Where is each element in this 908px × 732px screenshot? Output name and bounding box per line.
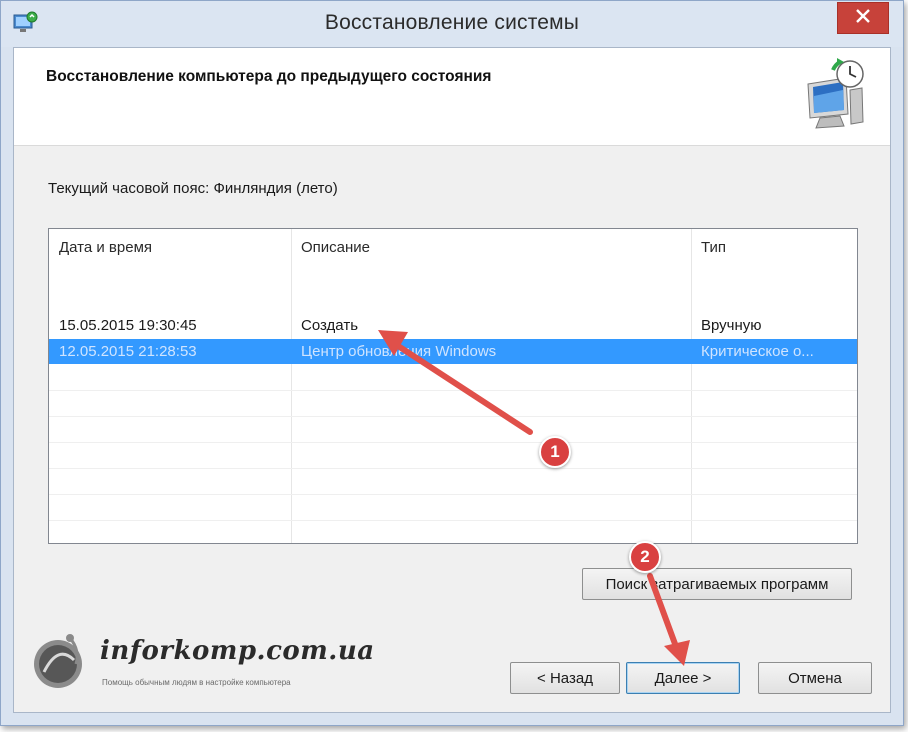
back-button[interactable]: < Назад [510, 662, 620, 694]
close-button[interactable] [837, 2, 889, 34]
cancel-button[interactable]: Отмена [758, 662, 872, 694]
watermark-text: inforkomp.com.ua [100, 636, 375, 666]
table-row-selected[interactable]: 12.05.2015 21:28:53 Центр обновления Win… [49, 339, 857, 364]
cell-date: 15.05.2015 19:30:45 [59, 317, 197, 334]
list-header: Дата и время Описание Тип [49, 229, 857, 269]
grid-line [49, 416, 857, 417]
grid-line [49, 468, 857, 469]
column-header-date[interactable]: Дата и время [49, 229, 289, 269]
watermark-logo-icon [30, 630, 90, 694]
header-band: Восстановление компьютера до предыдущего… [14, 48, 890, 146]
cell-description: Создать [301, 317, 359, 334]
cell-description: Центр обновления Windows [301, 343, 497, 360]
cell-date: 12.05.2015 21:28:53 [59, 343, 197, 360]
grid-line [49, 520, 857, 521]
system-restore-window: Восстановление системы Восстановление ко… [0, 0, 904, 726]
timezone-label: Текущий часовой пояс: Финляндия (лето) [48, 180, 338, 197]
next-button[interactable]: Далее > [626, 662, 740, 694]
grid-line [49, 390, 857, 391]
close-icon [855, 8, 871, 29]
column-header-type[interactable]: Тип [691, 229, 857, 269]
column-header-description[interactable]: Описание [291, 229, 691, 269]
title-bar[interactable]: Восстановление системы [1, 1, 903, 47]
column-divider [291, 229, 292, 543]
grid-line [49, 442, 857, 443]
dialog-content: Восстановление компьютера до предыдущего… [13, 47, 891, 713]
restore-points-list[interactable]: Дата и время Описание Тип 15.05.2015 19:… [48, 228, 858, 544]
column-divider [691, 229, 692, 543]
cell-type: Критическое о... [701, 343, 814, 360]
grid-line [49, 494, 857, 495]
computer-restore-icon [800, 56, 868, 130]
watermark-tagline: Помощь обычным людям в настройке компьют… [102, 678, 291, 687]
scan-affected-programs-button[interactable]: Поиск затрагиваемых программ [582, 568, 852, 600]
page-title: Восстановление компьютера до предыдущего… [46, 68, 492, 85]
cell-type: Вручную [701, 317, 762, 334]
window-title: Восстановление системы [324, 11, 580, 34]
table-row[interactable]: 15.05.2015 19:30:45 Создать Вручную [49, 313, 857, 338]
site-watermark: inforkomp.com.ua Помощь обычным людям в … [28, 628, 408, 708]
